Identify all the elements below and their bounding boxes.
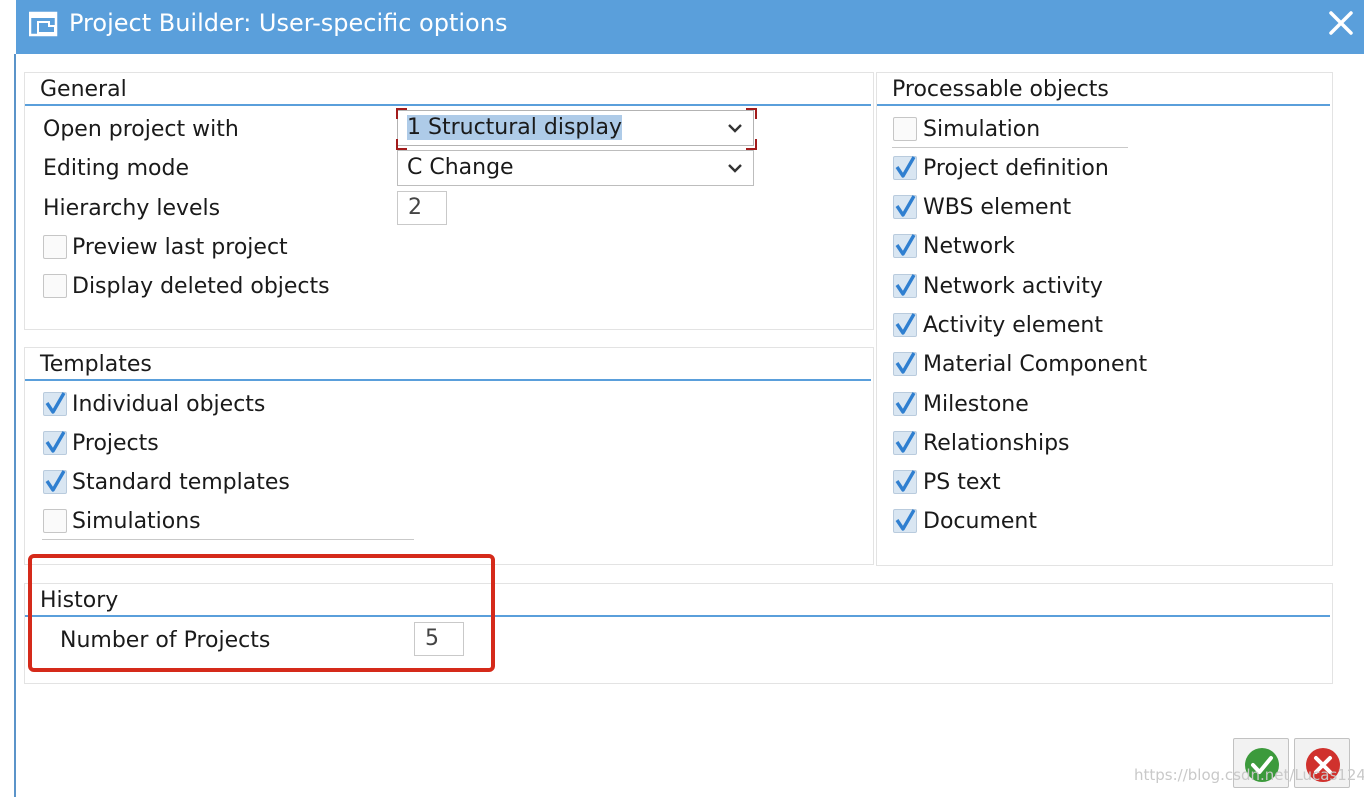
general-group-title: General	[40, 77, 127, 102]
window-title: Project Builder: User-specific options	[69, 9, 508, 37]
object-checkbox-milestone[interactable]	[893, 392, 917, 416]
processable-objects-group-title: Processable objects	[892, 77, 1109, 102]
checkmark-icon	[895, 234, 916, 256]
chevron-down-icon	[728, 124, 742, 133]
template-label-simulations: Simulations	[72, 509, 201, 534]
checkmark-icon	[45, 470, 66, 492]
checkmark-icon	[895, 509, 916, 531]
object-checkbox-relationships[interactable]	[893, 431, 917, 455]
object-checkbox-network[interactable]	[893, 234, 917, 258]
object-label-activity-element: Activity element	[923, 313, 1103, 338]
preview-last-project-checkbox[interactable]	[43, 235, 67, 259]
open-project-with-value: 1 Structural display	[407, 115, 622, 140]
object-label-material-component: Material Component	[923, 352, 1148, 377]
object-label-network: Network	[923, 234, 1015, 259]
close-icon[interactable]	[1324, 6, 1358, 40]
object-checkbox-simulation[interactable]	[893, 117, 917, 141]
object-checkbox-wbs-element[interactable]	[893, 195, 917, 219]
object-label-document: Document	[923, 509, 1037, 534]
editing-mode-dropdown[interactable]: C Change	[397, 150, 754, 186]
editing-mode-label: Editing mode	[43, 156, 190, 181]
preview-last-project-label: Preview last project	[72, 235, 288, 260]
general-group-underline	[25, 104, 871, 106]
history-highlight-annotation	[28, 554, 495, 672]
focus-corner	[746, 108, 757, 119]
template-checkbox-projects[interactable]	[43, 431, 67, 455]
template-label-projects: Projects	[72, 431, 159, 456]
template-checkbox-individual-objects[interactable]	[43, 392, 67, 416]
divider	[42, 539, 414, 540]
object-label-relationships: Relationships	[923, 431, 1070, 456]
checkmark-icon	[895, 274, 916, 296]
checkmark-icon	[45, 392, 66, 414]
templates-group-title: Templates	[40, 352, 152, 377]
object-checkbox-activity-element[interactable]	[893, 313, 917, 337]
editing-mode-value: C Change	[407, 155, 514, 180]
object-label-project-definition: Project definition	[923, 156, 1109, 181]
template-label-individual-objects: Individual objects	[72, 392, 266, 417]
checkmark-icon	[895, 156, 916, 178]
display-deleted-objects-checkbox[interactable]	[43, 274, 67, 298]
checkmark-icon	[895, 431, 916, 453]
open-project-with-dropdown[interactable]: 1 Structural display	[397, 110, 754, 146]
open-project-with-label: Open project with	[43, 117, 239, 142]
object-checkbox-project-definition[interactable]	[893, 156, 917, 180]
object-label-simulation: Simulation	[923, 117, 1041, 142]
focus-corner	[396, 139, 407, 150]
hierarchy-levels-label: Hierarchy levels	[43, 196, 221, 221]
processable-objects-group-underline	[877, 104, 1330, 106]
object-checkbox-material-component[interactable]	[893, 352, 917, 376]
object-checkbox-ps-text[interactable]	[893, 470, 917, 494]
hierarchy-levels-value: 2	[408, 195, 422, 220]
checkmark-icon	[895, 352, 916, 374]
divider	[892, 147, 1128, 148]
checkmark-icon	[895, 195, 916, 217]
checkmark-icon	[895, 392, 916, 414]
object-checkbox-network-activity[interactable]	[893, 274, 917, 298]
watermark: https://blog.csdn.net/Lucas1241	[1134, 766, 1364, 784]
checkmark-icon	[45, 431, 66, 453]
checkmark-icon	[895, 313, 916, 335]
object-label-wbs-element: WBS element	[923, 195, 1072, 220]
focus-corner	[396, 108, 407, 119]
template-checkbox-standard-templates[interactable]	[43, 470, 67, 494]
templates-group-underline	[25, 379, 871, 381]
object-label-ps-text: PS text	[923, 470, 1001, 495]
template-checkbox-simulations[interactable]	[43, 509, 67, 533]
focus-corner	[746, 139, 757, 150]
dialog-window-icon	[29, 11, 58, 37]
window-left-border	[14, 54, 16, 797]
hierarchy-levels-input[interactable]: 2	[397, 191, 447, 225]
display-deleted-objects-label: Display deleted objects	[72, 274, 330, 299]
template-label-standard-templates: Standard templates	[72, 470, 290, 495]
object-label-milestone: Milestone	[923, 392, 1029, 417]
chevron-down-icon	[728, 164, 742, 173]
title-bar: Project Builder: User-specific options	[16, 0, 1364, 54]
object-label-network-activity: Network activity	[923, 274, 1103, 299]
checkmark-icon	[895, 470, 916, 492]
object-checkbox-document[interactable]	[893, 509, 917, 533]
